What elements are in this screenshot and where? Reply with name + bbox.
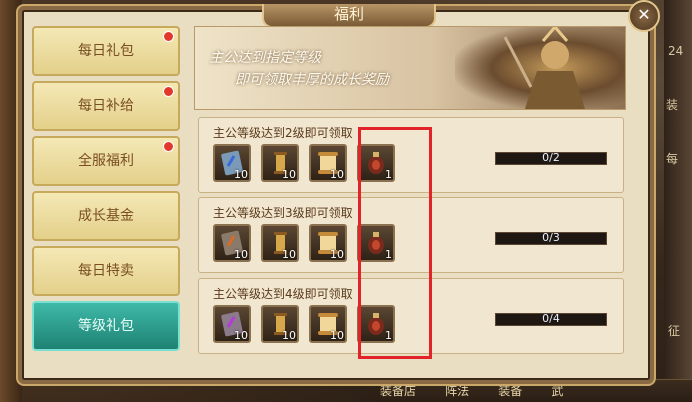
reward-items: 10 10 10 1 bbox=[213, 144, 405, 182]
item-count: 10 bbox=[330, 329, 344, 342]
bottom-item-martial[interactable]: 武 bbox=[551, 384, 563, 398]
level-reward-row: 主公等级达到2级即可领取 10 10 10 1 0/2 bbox=[198, 117, 624, 193]
level-progress-bar: 0/2 bbox=[495, 151, 607, 165]
level-gift-banner: 主公达到指定等级 即可领取丰厚的成长奖励 bbox=[194, 26, 626, 110]
tab-level-gift[interactable]: 等级礼包 bbox=[32, 301, 180, 351]
red-pouch-icon[interactable]: 1 bbox=[357, 224, 395, 262]
tab-label: 每日特卖 bbox=[78, 263, 134, 279]
level-progress-bar: 0/3 bbox=[495, 231, 607, 245]
bg-equip-label[interactable]: 装 bbox=[666, 96, 678, 113]
item-count: 10 bbox=[282, 248, 296, 261]
blue-card-icon[interactable]: 10 bbox=[213, 144, 251, 182]
item-count: 1 bbox=[385, 168, 392, 181]
purple-card-icon[interactable]: 10 bbox=[213, 305, 251, 343]
bg-conquest-label[interactable]: 征 bbox=[668, 322, 680, 339]
bg-level-label: 24 bbox=[668, 44, 684, 58]
tab-growth-fund[interactable]: 成长基金 bbox=[32, 191, 180, 241]
item-count: 10 bbox=[234, 329, 248, 342]
bottom-item-equip[interactable]: 装备 bbox=[498, 384, 522, 398]
blue-card-icon[interactable]: 10 bbox=[213, 224, 251, 262]
scroll-icon[interactable]: 10 bbox=[261, 144, 299, 182]
item-count: 1 bbox=[385, 248, 392, 261]
tab-label: 等级礼包 bbox=[78, 318, 134, 334]
item-count: 10 bbox=[330, 168, 344, 181]
tab-daily-sale[interactable]: 每日特卖 bbox=[32, 246, 180, 296]
panel-title: 福利 bbox=[262, 4, 436, 28]
tab-server-welfare[interactable]: 全服福利 bbox=[32, 136, 180, 186]
item-count: 1 bbox=[385, 329, 392, 342]
close-button[interactable]: ✕ bbox=[628, 0, 660, 32]
hero-portrait-icon bbox=[455, 27, 625, 109]
bottom-item-equip-shop[interactable]: 装备店 bbox=[380, 384, 416, 398]
red-pouch-icon[interactable]: 1 bbox=[357, 144, 395, 182]
tab-list: 每日礼包 每日补给 全服福利 成长基金 每日特卖 等级礼包 bbox=[32, 26, 180, 356]
paper-scroll-icon[interactable]: 10 bbox=[309, 144, 347, 182]
item-count: 10 bbox=[234, 248, 248, 261]
banner-text-line1: 主公达到指定等级 bbox=[209, 50, 321, 66]
progress-text: 0/3 bbox=[542, 231, 560, 244]
notification-dot-icon bbox=[163, 141, 174, 152]
row-title: 主公等级达到4级即可领取 bbox=[213, 287, 353, 301]
level-progress-bar: 0/4 bbox=[495, 312, 607, 326]
bottom-item-formation[interactable]: 阵法 bbox=[445, 384, 469, 398]
bg-daily-label[interactable]: 每 bbox=[666, 150, 678, 167]
progress-text: 0/4 bbox=[542, 312, 560, 325]
tab-label: 每日补给 bbox=[78, 98, 134, 114]
paper-scroll-icon[interactable]: 10 bbox=[309, 224, 347, 262]
tab-daily-supply[interactable]: 每日补给 bbox=[32, 81, 180, 131]
notification-dot-icon bbox=[163, 86, 174, 97]
row-title: 主公等级达到2级即可领取 bbox=[213, 126, 353, 140]
level-reward-row: 主公等级达到3级即可领取 10 10 10 1 0/3 bbox=[198, 197, 624, 273]
item-count: 10 bbox=[282, 329, 296, 342]
notification-dot-icon bbox=[163, 31, 174, 42]
scroll-icon[interactable]: 10 bbox=[261, 224, 299, 262]
scroll-icon[interactable]: 10 bbox=[261, 305, 299, 343]
right-decoration bbox=[664, 0, 692, 402]
item-count: 10 bbox=[282, 168, 296, 181]
tab-label: 每日礼包 bbox=[78, 43, 134, 59]
banner-text-line2: 即可领取丰厚的成长奖励 bbox=[235, 72, 389, 88]
red-pouch-icon[interactable]: 1 bbox=[357, 305, 395, 343]
row-title: 主公等级达到3级即可领取 bbox=[213, 206, 353, 220]
reward-items: 10 10 10 1 bbox=[213, 305, 405, 343]
item-count: 10 bbox=[330, 248, 344, 261]
tab-daily-gift[interactable]: 每日礼包 bbox=[32, 26, 180, 76]
paper-scroll-icon[interactable]: 10 bbox=[309, 305, 347, 343]
reward-items: 10 10 10 1 bbox=[213, 224, 405, 262]
progress-text: 0/2 bbox=[542, 151, 560, 164]
tab-label: 成长基金 bbox=[78, 208, 134, 224]
level-reward-row: 主公等级达到4级即可领取 10 10 10 1 0/4 bbox=[198, 278, 624, 354]
item-count: 10 bbox=[234, 168, 248, 181]
tab-label: 全服福利 bbox=[78, 153, 134, 169]
